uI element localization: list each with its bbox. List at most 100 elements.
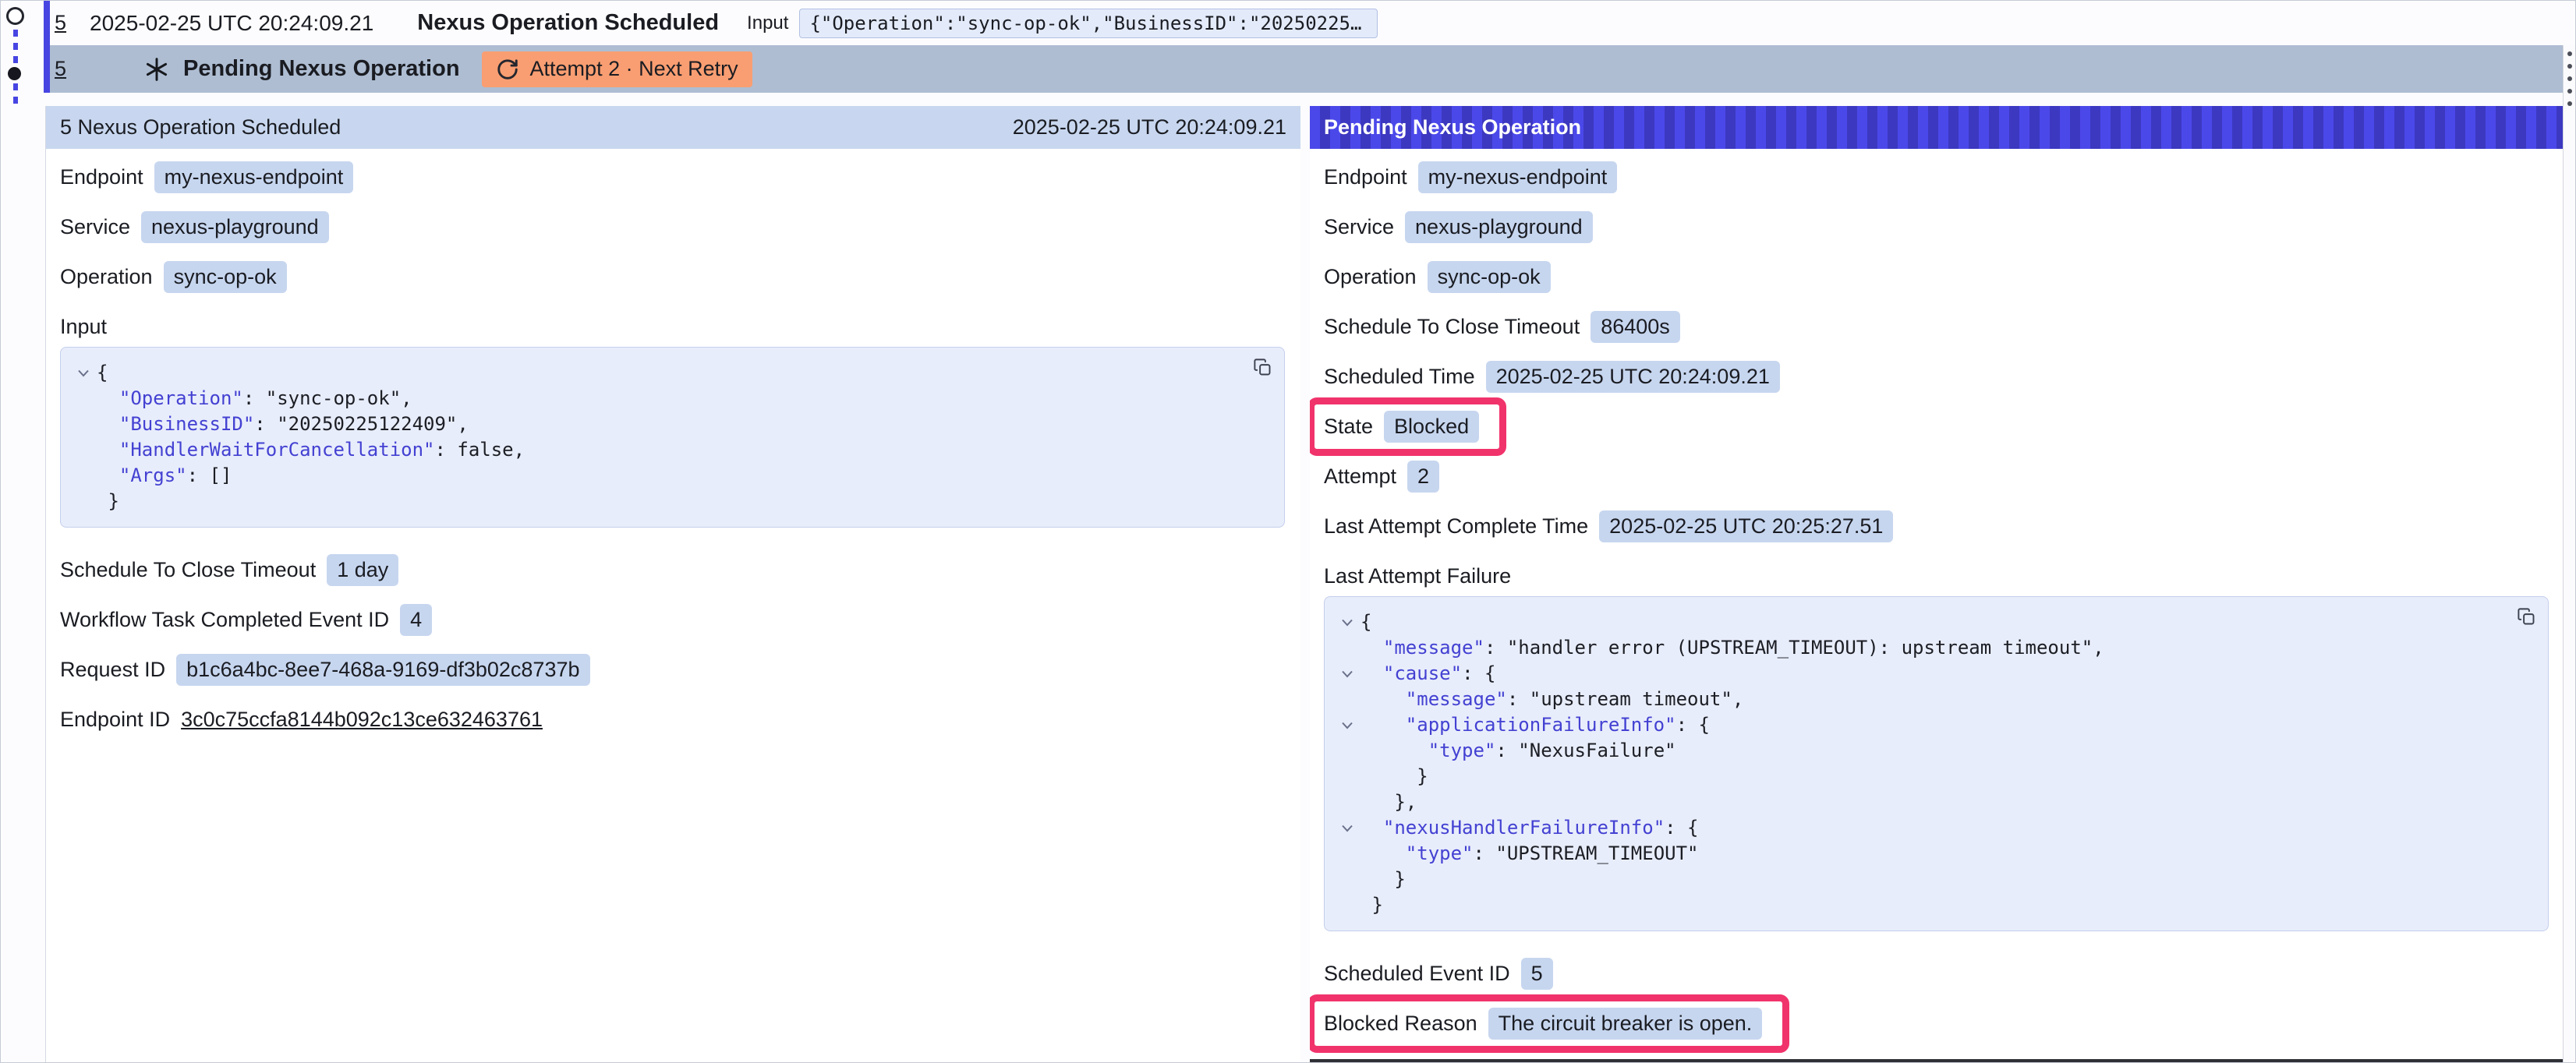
field-label: Operation <box>1324 265 1417 289</box>
field-label: Schedule To Close Timeout <box>60 558 316 582</box>
field-label: State <box>1324 415 1373 439</box>
code-line: { <box>70 360 1237 386</box>
event-row-pending-nexus-operation[interactable]: 5 Pending Nexus Operation Attempt 2 · Ne… <box>50 45 2564 93</box>
field-row-scheduled-event-id: Scheduled Event ID5 <box>1324 958 2549 989</box>
code-line: } <box>70 489 1237 514</box>
field-row-last-attempt-complete-time: Last Attempt Complete Time2025-02-25 UTC… <box>1324 510 2549 542</box>
event-detail-panel: 5 Nexus Operation Scheduled 2025-02-25 U… <box>45 106 1300 1062</box>
code-line: "applicationFailureInfo": { <box>1334 712 2501 738</box>
field-value-chip: nexus-playground <box>1405 211 1593 243</box>
input-preview-chip: {"Operation":"sync-op-ok","BusinessID":"… <box>799 9 1378 38</box>
code-line: "message": "handler error (UPSTREAM_TIME… <box>1334 635 2501 661</box>
field-row-workflow-task-completed-event-id: Workflow Task Completed Event ID4 <box>60 604 1285 635</box>
field-label: Scheduled Time <box>1324 365 1475 389</box>
pending-operation-header: Pending Nexus Operation <box>1310 106 2564 149</box>
field-value-chip: Blocked <box>1384 411 1479 443</box>
code-gutter-spacer <box>1334 789 1361 815</box>
code-text: { <box>1361 609 1371 635</box>
field-value-chip: nexus-playground <box>141 211 329 243</box>
scrollbar-dot <box>2567 76 2572 81</box>
collapse-chevron-icon[interactable] <box>70 360 97 386</box>
code-line: } <box>1334 867 2501 892</box>
field-value-link[interactable]: 3c0c75ccfa8144b092c13ce632463761 <box>181 708 543 732</box>
field-label: Endpoint ID <box>60 708 170 732</box>
field-label: Blocked Reason <box>1324 1012 1477 1036</box>
code-text: } <box>97 489 119 514</box>
event-id-link[interactable]: 5 <box>55 57 66 81</box>
field-row-request-id: Request IDb1c6a4bc-8ee7-468a-9169-df3b02… <box>60 654 1285 685</box>
code-gutter-spacer <box>70 411 97 437</box>
field-row-blocked-reason: Blocked ReasonThe circuit breaker is ope… <box>1324 1008 2549 1039</box>
scrollbar[interactable] <box>2563 45 2575 1062</box>
event-detail-header-title: 5 Nexus Operation Scheduled <box>60 115 341 139</box>
code-line: "type": "UPSTREAM_TIMEOUT" <box>1334 841 2501 867</box>
event-title: Nexus Operation Scheduled <box>417 10 719 36</box>
timeline-dashed-connector <box>13 83 18 104</box>
field-value-chip: sync-op-ok <box>164 261 287 293</box>
timeline-event-dot-icon <box>8 67 21 80</box>
code-text: { <box>97 360 108 386</box>
event-history-view: 5 2025-02-25 UTC 20:24:09.21 Nexus Opera… <box>0 0 2576 1063</box>
field-label-last-attempt-failure: Last Attempt Failure <box>1324 560 2549 592</box>
event-id-link[interactable]: 5 <box>55 11 66 35</box>
pending-operation-header-title: Pending Nexus Operation <box>1324 115 1581 139</box>
timeline-start-circle-icon <box>6 7 24 25</box>
field-row-attempt: Attempt 2 <box>1324 461 2549 492</box>
event-row-nexus-operation-scheduled[interactable]: 5 2025-02-25 UTC 20:24:09.21 Nexus Opera… <box>50 1 2564 45</box>
code-line: "cause": { <box>1334 661 2501 687</box>
selected-event-indicator <box>44 1 50 93</box>
collapse-chevron-icon[interactable] <box>1334 609 1361 635</box>
retry-attempt-badge: Attempt 2 · Next Retry <box>482 51 752 87</box>
field-label: Schedule To Close Timeout <box>1324 315 1580 339</box>
retry-icon <box>496 58 519 81</box>
field-label: Attempt <box>1324 464 1396 489</box>
field-label: Endpoint <box>60 165 143 189</box>
pending-operation-panel: Pending Nexus Operation Endpointmy-nexus… <box>1310 106 2564 1062</box>
code-text: "cause": { <box>1361 661 1495 687</box>
code-gutter-spacer <box>70 463 97 489</box>
field-value-chip: 4 <box>400 604 432 636</box>
code-line: "BusinessID": "20250225122409", <box>70 411 1237 437</box>
collapse-chevron-icon[interactable] <box>1334 815 1361 841</box>
code-line: "Args": [] <box>70 463 1237 489</box>
code-text: "type": "NexusFailure" <box>1361 738 1676 764</box>
field-row-endpoint: Endpoint my-nexus-endpoint <box>60 161 1285 192</box>
field-row-scheduled-time: Scheduled Time2025-02-25 UTC 20:24:09.21 <box>1324 361 2549 392</box>
event-title: Pending Nexus Operation <box>183 56 460 82</box>
annotation-highlight-box: Blocked ReasonThe circuit breaker is ope… <box>1310 994 1789 1053</box>
field-label: Service <box>1324 215 1394 239</box>
field-value-chip: my-nexus-endpoint <box>154 161 354 193</box>
code-text: "type": "UPSTREAM_TIMEOUT" <box>1361 841 1698 867</box>
field-row-schedule-to-close-timeout: Schedule To Close Timeout86400s <box>1324 311 2549 342</box>
code-gutter-spacer <box>1334 738 1361 764</box>
event-detail-body: Endpointmy-nexus-endpointServicenexus-pl… <box>46 149 1300 735</box>
field-value-chip: b1c6a4bc-8ee7-468a-9169-df3b02c8737b <box>176 654 589 686</box>
code-text: } <box>1361 892 1383 918</box>
code-gutter-spacer <box>1334 687 1361 712</box>
code-text: } <box>1361 867 1406 892</box>
field-value-chip: 2 <box>1407 461 1439 493</box>
code-text: "HandlerWaitForCancellation": false, <box>97 437 525 463</box>
code-text: "message": "handler error (UPSTREAM_TIME… <box>1361 635 2104 661</box>
collapse-chevron-icon[interactable] <box>1334 712 1361 738</box>
field-value-chip: 1 day <box>327 554 398 586</box>
copy-button[interactable] <box>2516 606 2537 627</box>
code-text: "nexusHandlerFailureInfo": { <box>1361 815 1699 841</box>
scrollbar-dot <box>2567 101 2572 106</box>
copy-button[interactable] <box>1252 357 1273 378</box>
field-row-service: Service nexus-playground <box>1324 211 2549 242</box>
code-line: } <box>1334 892 2501 918</box>
timeline-dashed-connector <box>13 30 18 65</box>
code-text: "BusinessID": "20250225122409", <box>97 411 469 437</box>
field-row-schedule-to-close-timeout: Schedule To Close Timeout 1 day <box>60 554 1285 585</box>
collapse-chevron-icon[interactable] <box>1334 661 1361 687</box>
code-line: "Operation": "sync-op-ok", <box>70 386 1237 411</box>
code-line: }, <box>1334 789 2501 815</box>
field-row-endpoint-id: Endpoint ID 3c0c75ccfa8144b092c13ce632463… <box>60 704 1285 735</box>
code-block-input: { "Operation": "sync-op-ok", "BusinessID… <box>60 347 1285 528</box>
pending-operation-body: Endpointmy-nexus-endpointServicenexus-pl… <box>1310 149 2564 1039</box>
code-line: "message": "upstream timeout", <box>1334 687 2501 712</box>
field-row-operation: Operation sync-op-ok <box>60 261 1285 292</box>
field-label: Operation <box>60 265 153 289</box>
event-detail-header: 5 Nexus Operation Scheduled 2025-02-25 U… <box>46 106 1300 149</box>
